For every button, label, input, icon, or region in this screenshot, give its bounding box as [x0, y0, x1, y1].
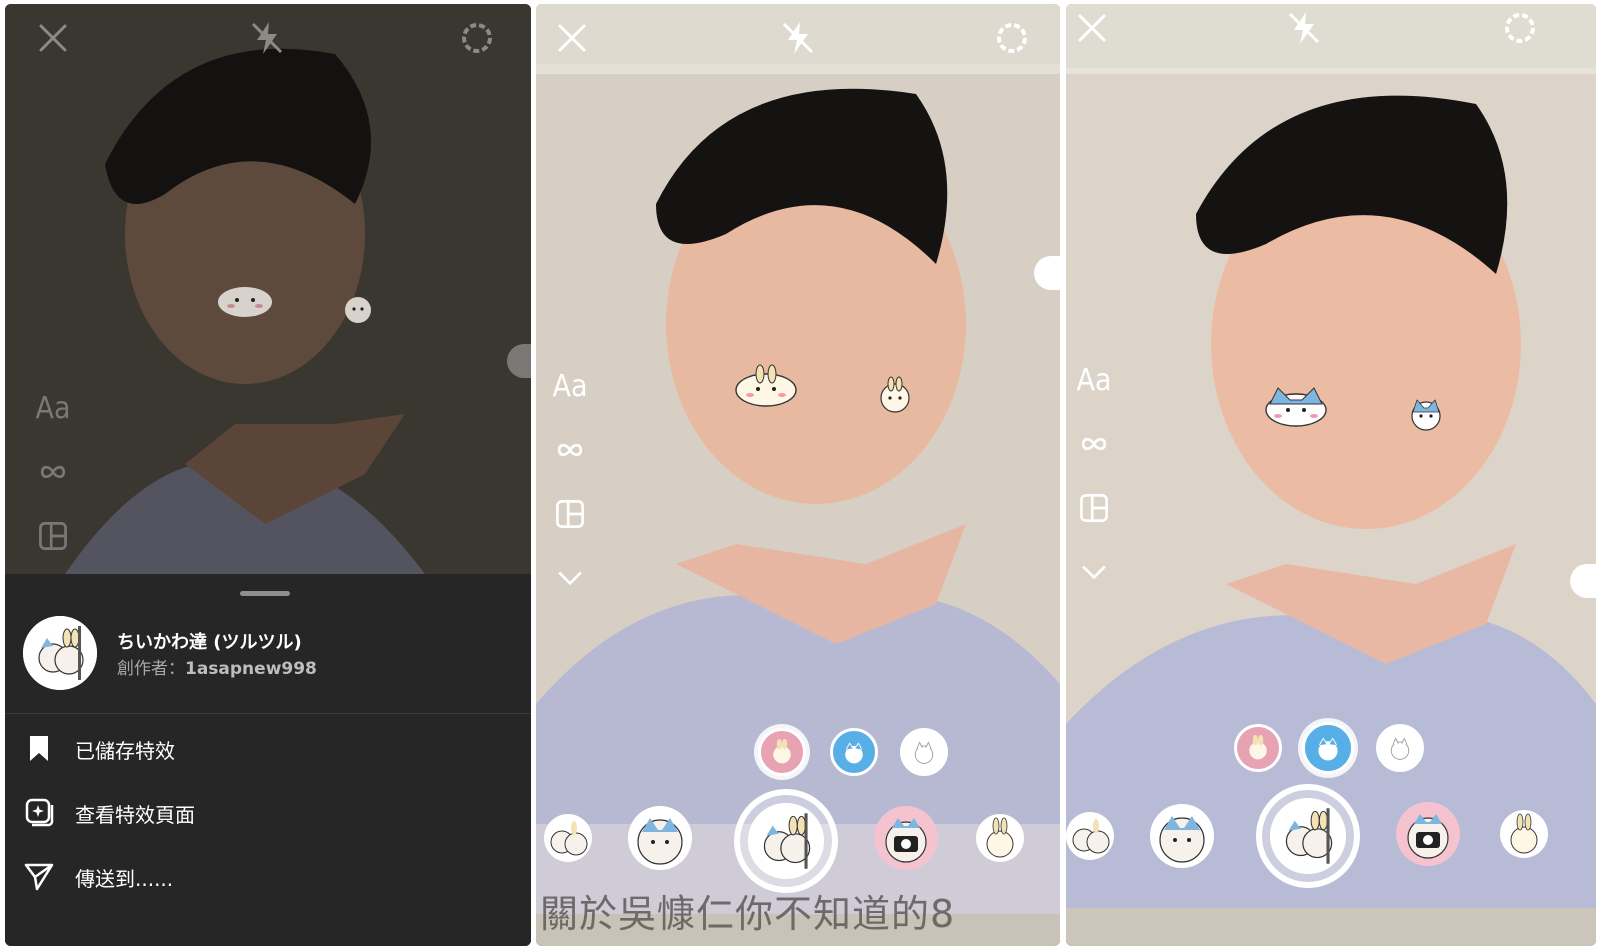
background-caption-text: 關於吳慷仁你不知道的8 [540, 892, 956, 936]
effect-thumb[interactable] [1066, 812, 1114, 860]
side-toolbar: Aa [31, 388, 75, 580]
effect-page-icon [23, 796, 55, 828]
camera-panel-hachiware-effect: Aa [1066, 4, 1596, 946]
chevron-down-icon[interactable] [548, 558, 592, 598]
capture-button[interactable] [734, 789, 838, 893]
text-tool[interactable]: Aa [548, 366, 592, 406]
current-effect-preview [1270, 798, 1346, 874]
chevron-down-icon[interactable] [1072, 552, 1116, 592]
face-sticker-bunny [734, 364, 798, 408]
effect-creator[interactable]: 創作者：1asapnew998 [117, 654, 317, 679]
settings-icon[interactable] [992, 18, 1032, 58]
effect-name: ちいかわ達 (ツルツル) [117, 632, 302, 653]
camera-panel-bunny-effect: Aa 關於吳慷仁你不知道的8 [536, 4, 1060, 946]
flash-off-icon[interactable] [1284, 8, 1324, 48]
infinity-icon[interactable] [31, 452, 75, 492]
text-tool[interactable]: Aa [1072, 360, 1116, 400]
settings-icon[interactable] [457, 18, 497, 58]
face-sticker-hachiware [1264, 384, 1328, 428]
variant-pink[interactable] [758, 728, 806, 776]
effect-avatar [23, 616, 97, 690]
current-effect-preview [748, 803, 824, 879]
menu-item-send-to[interactable]: 傳送到...... [5, 848, 531, 904]
camera-panel-saved-menu: Aa ちいかわ達 (ツルツル) 創作者：1asapnew998 已儲存特效 查看… [5, 4, 531, 946]
effect-thumb-hachiware[interactable] [1150, 804, 1214, 868]
variant-white[interactable] [1376, 724, 1424, 772]
side-toolbar: Aa [1072, 360, 1116, 616]
close-icon[interactable] [1072, 8, 1112, 48]
layout-icon[interactable] [548, 494, 592, 534]
side-toolbar: Aa [548, 366, 592, 622]
layout-icon[interactable] [31, 516, 75, 556]
effect-thumb-usagi[interactable] [976, 814, 1024, 862]
face-sticker-bunny [217, 284, 273, 318]
face-sticker-small [1408, 392, 1444, 432]
infinity-icon[interactable] [548, 430, 592, 470]
effect-thumb-camera[interactable] [874, 806, 938, 870]
settings-icon[interactable] [1500, 8, 1540, 48]
effect-thumb-camera[interactable] [1396, 802, 1460, 866]
camera-top-bar [1066, 4, 1596, 74]
variant-blue[interactable] [830, 728, 878, 776]
send-icon [23, 860, 55, 892]
menu-item-effect-page[interactable]: 查看特效頁面 [5, 784, 531, 840]
infinity-icon[interactable] [1072, 424, 1116, 464]
edge-handle[interactable] [1570, 564, 1596, 598]
sheet-grabber[interactable] [240, 591, 290, 596]
effect-bottom-sheet: ちいかわ達 (ツルツル) 創作者：1asapnew998 已儲存特效 查看特效頁… [5, 574, 531, 946]
flash-off-icon[interactable] [778, 18, 818, 58]
edge-handle[interactable] [1034, 256, 1060, 290]
close-icon[interactable] [552, 18, 592, 58]
effect-thumb-usagi[interactable] [1500, 810, 1548, 858]
menu-item-saved-effects[interactable]: 已儲存特效 [5, 720, 531, 776]
effect-thumb-hachiware[interactable] [628, 806, 692, 870]
effect-thumb[interactable] [544, 814, 592, 862]
camera-top-bar [536, 4, 1060, 74]
variant-blue[interactable] [1302, 722, 1354, 774]
variant-white[interactable] [900, 728, 948, 776]
face-sticker-small [878, 376, 912, 414]
camera-top-bar [5, 4, 531, 74]
close-icon[interactable] [33, 18, 73, 58]
bookmark-icon [23, 732, 55, 764]
variant-pink[interactable] [1234, 724, 1282, 772]
face-sticker-small [343, 294, 373, 324]
text-tool[interactable]: Aa [31, 388, 75, 428]
capture-button[interactable] [1256, 784, 1360, 888]
effect-info-header: ちいかわ達 (ツルツル) 創作者：1asapnew998 [5, 614, 531, 714]
flash-off-icon[interactable] [247, 18, 287, 58]
layout-icon[interactable] [1072, 488, 1116, 528]
